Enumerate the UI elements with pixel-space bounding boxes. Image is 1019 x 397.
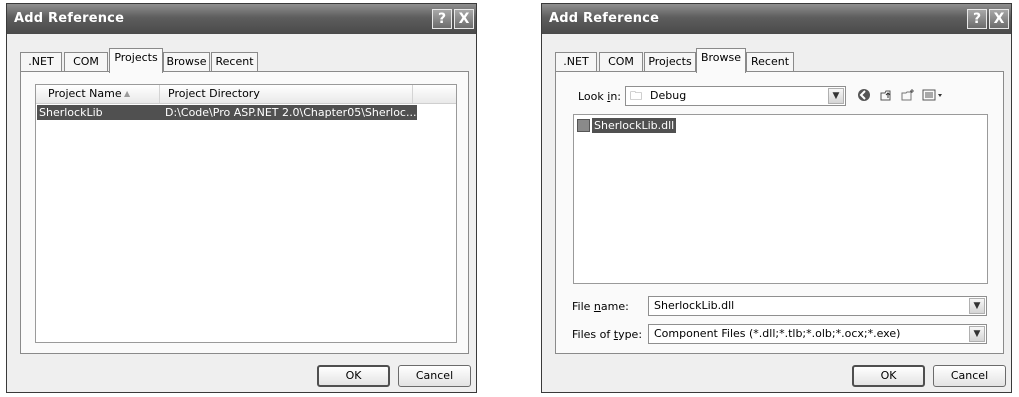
look-in-label: Look in: — [578, 90, 622, 103]
title-bar[interactable]: Add Reference ? X — [542, 4, 1011, 34]
tab-recent[interactable]: Recent — [746, 52, 794, 71]
new-folder-icon[interactable] — [900, 88, 916, 104]
files-of-type-label: Files of type: — [572, 328, 643, 341]
projects-list[interactable]: Project Name ▲ Project Directory Sherloc… — [35, 84, 457, 343]
file-name-item: SherlockLib.dll — [592, 118, 677, 133]
file-list[interactable]: SherlockLib.dll — [573, 114, 988, 284]
sort-ascending-icon: ▲ — [124, 89, 131, 98]
tab-dotnet[interactable]: .NET — [20, 52, 62, 71]
back-icon[interactable] — [856, 88, 872, 104]
list-header: Project Name ▲ Project Directory — [36, 85, 456, 104]
column-project-name[interactable]: Project Name ▲ — [36, 85, 160, 103]
tab-browse[interactable]: Browse — [163, 52, 210, 71]
ok-button[interactable]: OK — [852, 365, 925, 387]
tab-com[interactable]: COM — [599, 52, 643, 71]
add-reference-dialog-browse: Add Reference ? X .NET COM Projects Brow… — [541, 3, 1012, 393]
cancel-button[interactable]: Cancel — [398, 365, 471, 387]
dialog-title: Add Reference — [14, 11, 125, 26]
file-name-value: SherlockLib.dll — [654, 299, 735, 312]
cancel-button[interactable]: Cancel — [933, 365, 1006, 387]
tab-projects[interactable]: Projects — [644, 52, 696, 71]
tab-panel: Look in: 🗀 Debug ▼ SherlockLib.dll File … — [555, 71, 1004, 354]
files-of-type-dropdown[interactable]: Component Files (*.dll;*.tlb;*.olb;*.ocx… — [648, 324, 987, 344]
dll-file-icon — [577, 119, 590, 132]
chevron-down-icon[interactable]: ▼ — [828, 88, 844, 104]
tab-dotnet[interactable]: .NET — [555, 52, 597, 71]
chevron-down-icon[interactable]: ▼ — [969, 326, 985, 342]
help-button[interactable]: ? — [432, 9, 452, 29]
project-name-cell: SherlockLib — [39, 106, 103, 119]
tab-browse[interactable]: Browse — [696, 48, 746, 73]
title-bar[interactable]: Add Reference ? X — [7, 4, 476, 34]
file-name-label: File name: — [572, 300, 629, 313]
file-name-input[interactable]: SherlockLib.dll ▼ — [648, 296, 987, 316]
tab-com[interactable]: COM — [64, 52, 108, 71]
column-project-directory[interactable]: Project Directory — [160, 85, 413, 103]
add-reference-dialog-projects: Add Reference ? X .NET COM Projects Brow… — [6, 3, 477, 393]
tab-projects[interactable]: Projects — [109, 48, 163, 73]
views-menu-icon[interactable] — [922, 88, 944, 104]
folder-icon: 🗀 — [630, 89, 643, 103]
files-of-type-value: Component Files (*.dll;*.tlb;*.olb;*.ocx… — [654, 327, 901, 340]
ok-button[interactable]: OK — [317, 365, 390, 387]
column-label: Project Name — [48, 87, 122, 100]
close-button[interactable]: X — [989, 9, 1009, 29]
look-in-value: Debug — [650, 89, 687, 102]
column-label: Project Directory — [168, 87, 260, 100]
look-in-dropdown[interactable]: 🗀 Debug ▼ — [625, 86, 846, 106]
up-folder-icon[interactable] — [878, 88, 894, 104]
close-button[interactable]: X — [454, 9, 474, 29]
help-button[interactable]: ? — [967, 9, 987, 29]
dialog-title: Add Reference — [549, 11, 660, 26]
tab-recent[interactable]: Recent — [211, 52, 258, 71]
chevron-down-icon[interactable]: ▼ — [969, 298, 985, 314]
tab-panel: Project Name ▲ Project Directory Sherloc… — [20, 71, 469, 354]
project-directory-cell: D:\Code\Pro ASP.NET 2.0\Chapter05\Sherlo… — [165, 106, 417, 119]
table-row[interactable]: SherlockLib D:\Code\Pro ASP.NET 2.0\Chap… — [37, 105, 417, 120]
